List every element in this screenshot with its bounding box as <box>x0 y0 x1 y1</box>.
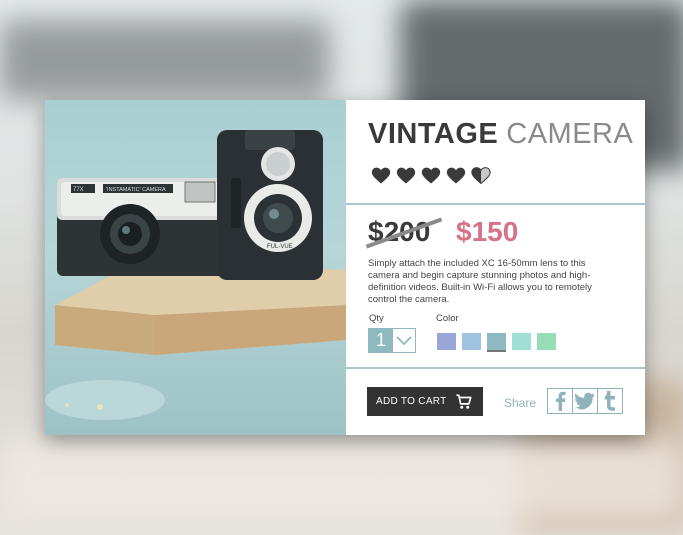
color-label: Color <box>436 313 459 324</box>
add-to-cart-button[interactable]: ADD TO CART <box>367 387 483 416</box>
rating-hearts <box>371 166 491 186</box>
tumblr-share-button[interactable] <box>597 388 623 414</box>
title-light-word: CAMERA <box>506 118 634 150</box>
left-camera-name-text: 'INSTAMATIC' CAMERA <box>106 187 166 193</box>
quantity-value: 1 <box>369 329 393 352</box>
cart-icon <box>456 394 472 409</box>
heart-icon <box>446 167 466 184</box>
facebook-share-button[interactable] <box>547 388 573 414</box>
product-title: VINTAGE CAMERA <box>368 118 633 151</box>
product-photo: 77X 'INSTAMATIC' CAMERA FUL-VUE <box>45 100 346 435</box>
left-camera-model-text: 77X <box>73 187 84 193</box>
bg-camera-shape <box>0 20 330 100</box>
twitter-share-button[interactable] <box>572 388 598 414</box>
color-swatch-5[interactable] <box>537 333 556 350</box>
right-camera-name-text: FUL-VUE <box>267 244 293 250</box>
divider <box>346 203 645 205</box>
quantity-select[interactable]: 1 <box>368 328 416 353</box>
divider <box>346 367 645 369</box>
camera-illustration: 77X 'INSTAMATIC' CAMERA FUL-VUE <box>45 130 346 420</box>
chevron-down-icon[interactable] <box>393 329 415 352</box>
product-card: 77X 'INSTAMATIC' CAMERA FUL-VUE VINTAGE C… <box>45 100 645 435</box>
heart-icon <box>396 167 416 184</box>
twitter-icon <box>575 392 595 410</box>
heart-icon <box>421 167 441 184</box>
qty-label: Qty <box>369 313 384 324</box>
product-info-panel: VINTAGECAMERA $200 $150 Simply attach th… <box>346 100 645 435</box>
share-label: Share <box>504 396 537 410</box>
bg-table-shape <box>0 440 683 520</box>
color-swatch-2[interactable] <box>462 333 481 350</box>
color-swatches <box>437 333 556 352</box>
heart-icon <box>371 167 391 184</box>
color-swatch-4[interactable] <box>512 333 531 350</box>
facebook-icon <box>556 391 566 411</box>
color-swatch-1[interactable] <box>437 333 456 350</box>
color-swatch-3[interactable] <box>487 333 506 352</box>
sale-price: $150 <box>456 216 519 247</box>
heart-half-icon <box>471 167 491 185</box>
title-bold-word: VINTAGE <box>368 118 499 150</box>
product-description: Simply attach the included XC 16-50mm le… <box>368 258 592 305</box>
social-share-buttons <box>547 388 623 414</box>
add-to-cart-label: ADD TO CART <box>376 396 447 407</box>
tumblr-icon <box>604 391 615 411</box>
